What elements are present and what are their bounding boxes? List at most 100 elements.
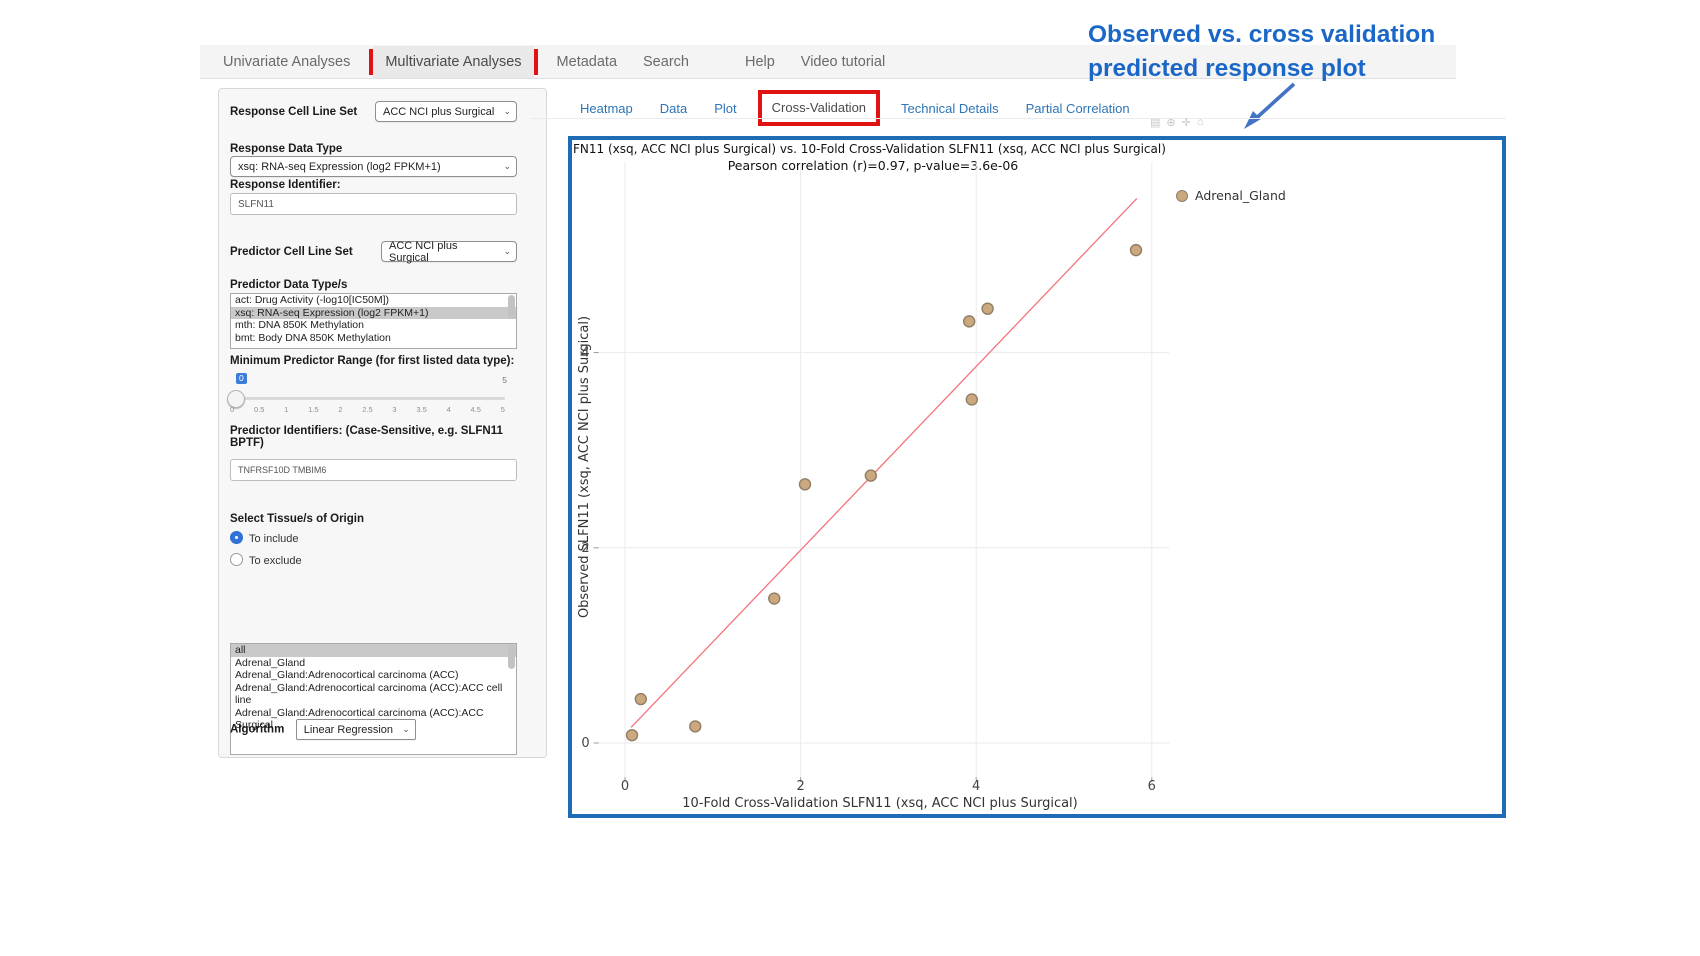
slider-tick-label: 3 bbox=[392, 405, 396, 414]
pan-icon[interactable]: ✛ bbox=[1182, 116, 1191, 129]
min-predictor-range-label: Minimum Predictor Range (for first liste… bbox=[230, 355, 517, 367]
select-value: ACC NCI plus Surgical bbox=[389, 240, 497, 264]
response-cell-line-set-label: Response Cell Line Set bbox=[230, 106, 357, 118]
x-tick-label: 2 bbox=[796, 779, 804, 794]
predictor-cell-line-set-select[interactable]: ACC NCI plus Surgical ⌄ bbox=[381, 241, 517, 262]
nav-item-video-tutorial[interactable]: Video tutorial bbox=[788, 54, 898, 70]
tab-technical-details[interactable]: Technical Details bbox=[901, 101, 999, 116]
min-predictor-range-slider: 0 5 00.511.522.533.544.55 bbox=[230, 373, 517, 417]
regression-line bbox=[631, 198, 1137, 727]
chart-title: FN11 (xsq, ACC NCI plus Surgical) vs. 10… bbox=[573, 142, 1173, 156]
nav-item-univariate-analyses[interactable]: Univariate Analyses bbox=[210, 54, 363, 70]
x-tick-label: 4 bbox=[972, 779, 980, 794]
slider-tick-label: 0.5 bbox=[254, 405, 264, 414]
chevron-down-icon: ⌄ bbox=[402, 724, 410, 735]
select-value: xsq: RNA-seq Expression (log2 FPKM+1) bbox=[238, 161, 441, 173]
select-value: Linear Regression bbox=[304, 724, 393, 736]
y-tick-label: 4 bbox=[581, 346, 589, 361]
radio-to-include[interactable] bbox=[230, 531, 243, 544]
chevron-down-icon: ⌄ bbox=[503, 106, 511, 117]
listbox-option-bmt-body-dna-850k-methylation[interactable]: bmt: Body DNA 850K Methylation bbox=[231, 332, 516, 345]
tab-partial-correlation[interactable]: Partial Correlation bbox=[1026, 101, 1130, 116]
tissue-origin-label: Select Tissue/s of Origin bbox=[230, 513, 517, 525]
listbox-option-adrenal-gland-adrenocortical-carcinoma-a[interactable]: Adrenal_Gland:Adrenocortical carcinoma (… bbox=[231, 682, 516, 707]
scrollbar-thumb[interactable] bbox=[508, 645, 515, 669]
response-identifier-label: Response Identifier: bbox=[230, 179, 517, 191]
listbox-option-mth-dna-850k-methylation[interactable]: mth: DNA 850K Methylation bbox=[231, 319, 516, 332]
select-value: ACC NCI plus Surgical bbox=[383, 106, 494, 118]
nav-item-search[interactable]: Search bbox=[630, 54, 702, 70]
slider-track[interactable] bbox=[230, 397, 505, 400]
slider-tick-label: 1.5 bbox=[308, 405, 318, 414]
data-point[interactable] bbox=[1130, 245, 1141, 256]
legend-label[interactable]: Adrenal_Gland bbox=[1195, 188, 1286, 203]
data-point[interactable] bbox=[799, 479, 810, 490]
data-point[interactable] bbox=[982, 303, 993, 314]
predictor-cell-line-set-row: Predictor Cell Line Set ACC NCI plus Sur… bbox=[230, 241, 517, 262]
annotation-arrow-icon bbox=[1235, 75, 1305, 137]
slider-tick-label: 0 bbox=[230, 405, 234, 414]
predictor-data-type-listbox[interactable]: act: Drug Activity (-log10[IC50M])xsq: R… bbox=[230, 293, 517, 349]
x-tick-label: 0 bbox=[621, 779, 629, 794]
chevron-down-icon: ⌄ bbox=[503, 246, 511, 257]
data-point[interactable] bbox=[769, 593, 780, 604]
response-data-type-select[interactable]: xsq: RNA-seq Expression (log2 FPKM+1) ⌄ bbox=[230, 156, 517, 177]
tab-cross-validation[interactable]: Cross-Validation bbox=[772, 100, 866, 115]
analysis-settings-panel: Response Cell Line Set ACC NCI plus Surg… bbox=[218, 88, 547, 758]
slider-tick-label: 2.5 bbox=[362, 405, 372, 414]
predictor-identifiers-label: Predictor Identifiers: (Case-Sensitive, … bbox=[230, 425, 505, 449]
red-highlight-box: Multivariate Analyses bbox=[369, 49, 537, 75]
slider-tick-labels: 00.511.522.533.544.55 bbox=[230, 405, 505, 414]
radio-to-exclude[interactable] bbox=[230, 553, 243, 566]
response-data-type-label: Response Data Type bbox=[230, 143, 517, 155]
data-point[interactable] bbox=[966, 394, 977, 405]
chevron-down-icon: ⌄ bbox=[503, 161, 511, 172]
algorithm-label: Algorithm bbox=[230, 724, 284, 736]
y-tick-label: 2 bbox=[581, 541, 589, 556]
nav-item-multivariate-analyses[interactable]: Multivariate Analyses bbox=[373, 46, 533, 78]
nav-item-metadata[interactable]: Metadata bbox=[544, 54, 630, 70]
zoom-icon[interactable]: ⊕ bbox=[1166, 116, 1175, 129]
slider-tick-label: 4.5 bbox=[471, 405, 481, 414]
response-cell-line-set-select[interactable]: ACC NCI plus Surgical ⌄ bbox=[375, 101, 517, 122]
x-tick-label: 6 bbox=[1148, 779, 1156, 794]
algorithm-row: Algorithm Linear Regression ⌄ bbox=[230, 719, 517, 740]
results-tab-bar: Heatmap Data Plot Cross-Validation Technical… bbox=[580, 90, 1130, 126]
radio-to-include-label: To include bbox=[249, 533, 299, 545]
camera-icon[interactable]: ▤ bbox=[1150, 116, 1160, 129]
slider-max-label: 5 bbox=[502, 375, 507, 385]
autoscale-icon[interactable]: ⌂ bbox=[1197, 116, 1204, 129]
listbox-option-xsq-rna-seq-expression-log2-fpkm-1[interactable]: xsq: RNA-seq Expression (log2 FPKM+1) bbox=[231, 307, 516, 320]
response-identifier-input[interactable]: SLFN11 bbox=[230, 193, 517, 215]
predictor-identifiers-input[interactable]: TNFRSF10D TMBIM6 bbox=[230, 459, 517, 481]
nav-item-help[interactable]: Help bbox=[732, 54, 788, 70]
slider-tick-label: 5 bbox=[501, 405, 505, 414]
tab-plot[interactable]: Plot bbox=[714, 101, 736, 116]
data-point[interactable] bbox=[690, 721, 701, 732]
tissue-include-radio-row: To include bbox=[230, 529, 517, 547]
listbox-option-adrenal-gland-adrenocortical-carcinoma-a[interactable]: Adrenal_Gland:Adrenocortical carcinoma (… bbox=[231, 669, 516, 682]
annotation-line1: Observed vs. cross validation bbox=[1088, 18, 1458, 52]
data-point[interactable] bbox=[627, 730, 638, 741]
slider-tick-label: 2 bbox=[338, 405, 342, 414]
listbox-option-act-drug-activity-log10-ic50m[interactable]: act: Drug Activity (-log10[IC50M]) bbox=[231, 294, 516, 307]
response-cell-line-set-row: Response Cell Line Set ACC NCI plus Surg… bbox=[230, 101, 517, 122]
listbox-option-adrenal-gland[interactable]: Adrenal_Gland bbox=[231, 657, 516, 670]
data-point[interactable] bbox=[865, 470, 876, 481]
listbox-option-all[interactable]: all bbox=[231, 644, 516, 657]
predictor-data-types-label: Predictor Data Type/s bbox=[230, 279, 517, 291]
y-tick-label: 0 bbox=[581, 736, 589, 751]
tab-heatmap[interactable]: Heatmap bbox=[580, 101, 633, 116]
slider-tick-label: 3.5 bbox=[416, 405, 426, 414]
data-point[interactable] bbox=[964, 316, 975, 327]
scrollbar-thumb[interactable] bbox=[508, 295, 515, 319]
red-highlight-box: Cross-Validation bbox=[758, 90, 880, 126]
tissue-exclude-radio-row: To exclude bbox=[230, 551, 517, 569]
slider-value-badge: 0 bbox=[236, 373, 247, 384]
plot-modebar: ▤ ⊕ ✛ ⌂ bbox=[1150, 116, 1204, 129]
tab-data[interactable]: Data bbox=[660, 101, 687, 116]
data-point[interactable] bbox=[635, 694, 646, 705]
slider-tick-label: 4 bbox=[447, 405, 451, 414]
algorithm-select[interactable]: Linear Regression ⌄ bbox=[296, 719, 416, 740]
tab-separator bbox=[530, 118, 1506, 119]
